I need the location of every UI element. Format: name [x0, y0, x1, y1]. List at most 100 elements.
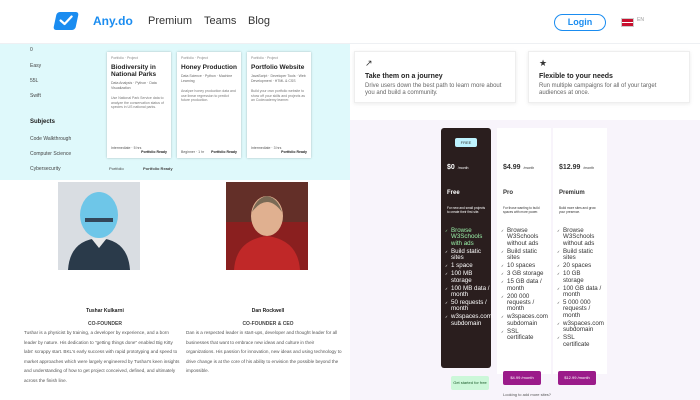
plan-price-amount: $12.99: [559, 164, 581, 171]
course-footer: Beginner · 1 hr Portfolio Ready: [181, 150, 237, 154]
plan-name: Pro: [503, 190, 514, 196]
plan-price-period: /month: [523, 166, 535, 170]
plan-name: Free: [447, 190, 460, 196]
course-level: Intermediate · 3 hrs: [251, 146, 282, 150]
plan-price: $0/month: [447, 164, 469, 171]
feature-card: ★ Flexible to your needs Run multiple ca…: [528, 51, 690, 103]
plan-feature-list: Browse W3Schools without ads Build stati…: [557, 227, 604, 350]
plan-price-period: /month: [457, 166, 469, 170]
plan-feature: 50 requests / month: [445, 299, 490, 313]
plan-feature: 100 GB data / month: [557, 285, 602, 299]
member-name: Dan Rockwell: [251, 308, 285, 314]
course-footer: Intermediate · 3 hrs Portfolio Ready: [251, 146, 307, 154]
get-started-free-button[interactable]: Get started for free: [451, 376, 489, 390]
plan-feature: SSL certificate: [501, 328, 546, 342]
portfolio-ready-label: Portfolio Ready: [211, 150, 237, 154]
plan-feature: Browse W3Schools with ads: [445, 227, 490, 247]
uk-flag-icon[interactable]: [621, 18, 634, 27]
plan-feature: Browse W3Schools without ads: [557, 227, 602, 247]
course-title: Portfolio Website: [251, 64, 305, 71]
course-catalog-panel: 0 Easy 55L Swift Subjects Code Walkthrou…: [0, 44, 350, 180]
portfolio-ready-label: Portfolio Ready: [141, 150, 167, 154]
course-title: Honey Production: [181, 64, 237, 71]
plan-description: Build more sites and grow your presence.: [559, 206, 596, 214]
plan-feature: 15 GB data / month: [501, 279, 546, 292]
course-card[interactable]: Portfolio · Project Honey Production Dat…: [177, 52, 241, 158]
course-description: Build your own portfolio website to show…: [251, 89, 306, 102]
feature-description: Run multiple campaigns for all of your t…: [539, 83, 657, 96]
course-footer-label: Portfolio: [109, 166, 124, 171]
plan-price-amount: $4.99: [503, 164, 521, 171]
filter-item[interactable]: 0: [30, 47, 33, 53]
star-icon: ★: [539, 58, 548, 68]
login-button[interactable]: Login: [554, 14, 606, 31]
plan-feature: w3spaces.com subdomain: [445, 314, 492, 327]
plan-feature: 1 space: [445, 262, 490, 270]
course-level: Intermediate · 5 hrs: [111, 146, 142, 150]
pricing-card-free: FREE $0/month Free For new and small pro…: [441, 128, 492, 368]
filter-item[interactable]: 55L: [30, 78, 38, 84]
plan-price: $4.99/month: [503, 164, 534, 171]
plan-price-period: /month: [583, 166, 595, 170]
member-bio: Dan is a respected leader in start-ups, …: [186, 330, 342, 373]
plan-feature: 10 GB storage: [557, 271, 602, 284]
member-bio: Tushar is a physicist by training, a dev…: [24, 330, 180, 383]
plan-name: Premium: [559, 190, 585, 196]
course-skills: Data Science · Python · Machine Learning: [181, 74, 233, 83]
plan-price-amount: $0: [447, 164, 455, 171]
plan-feature: Browse W3Schools without ads: [501, 227, 546, 247]
course-skills: Data Analysis · Python · Data Visualizat…: [111, 81, 157, 90]
course-description: Use National Park Service data to analyz…: [111, 96, 164, 109]
nav-link-premium[interactable]: Premium: [148, 15, 192, 27]
plan-feature: 100 MB data / month: [445, 285, 490, 299]
course-footer: Intermediate · 5 hrs Portfolio Ready: [111, 146, 167, 154]
checkmark-logo-icon[interactable]: [53, 12, 79, 30]
pricing-footnote: Looking to add more sites?: [503, 392, 552, 397]
course-tag: Portfolio · Project: [181, 56, 208, 60]
plan-feature: 20 spaces: [557, 262, 602, 270]
portfolio-ready-label: Portfolio Ready: [281, 150, 307, 154]
team-member-photo: [58, 182, 140, 270]
plan-feature: 5 000 000 requests / month: [557, 299, 602, 319]
subject-item[interactable]: Code Walkthrough: [30, 136, 71, 142]
pro-plan-button[interactable]: $4.99 /month: [503, 371, 541, 385]
plan-feature: Build static sites: [445, 248, 490, 262]
member-role: CO-FOUNDER & CEO: [242, 321, 294, 327]
pricing-card-pro: $4.99/month Pro For those wanting to bui…: [497, 128, 551, 374]
member-role: CO-FOUNDER: [88, 321, 122, 327]
plan-feature: Build static sites: [557, 248, 602, 262]
language-label[interactable]: EN: [637, 17, 644, 23]
subject-item[interactable]: Cybersecurity: [30, 166, 61, 172]
plan-description: For new and small projects to create the…: [447, 206, 486, 214]
filter-item[interactable]: Swift: [30, 93, 41, 99]
plan-feature: 200 000 requests / month: [501, 293, 546, 313]
free-badge: FREE: [455, 138, 477, 147]
course-tag: Portfolio · Project: [251, 56, 278, 60]
feature-title: Flexible to your needs: [539, 73, 613, 80]
plan-description: For those wanting to build spaces with m…: [503, 206, 540, 214]
plan-feature-list: Browse W3Schools without ads Build stati…: [501, 227, 548, 343]
premium-plan-button[interactable]: $12.99 /month: [558, 371, 596, 385]
course-title: Biodiversity in National Parks: [111, 64, 157, 78]
course-description: Analyze honey production data and use li…: [181, 89, 236, 102]
feature-card: ↗ Take them on a journey Drive users dow…: [354, 51, 516, 103]
features-section: ↗ Take them on a journey Drive users dow…: [350, 44, 700, 120]
course-card[interactable]: Portfolio · Project Biodiversity in Nati…: [107, 52, 171, 158]
nav-link-teams[interactable]: Teams: [204, 15, 236, 27]
filter-item[interactable]: Easy: [30, 63, 41, 69]
feature-description: Drive users down the best path to learn …: [365, 83, 502, 96]
brand-name[interactable]: Any.do: [93, 14, 133, 28]
course-level: Beginner · 1 hr: [181, 150, 205, 154]
team-member-photo: [226, 182, 308, 270]
plan-feature: 3 GB storage: [501, 270, 546, 278]
subject-item[interactable]: Computer Science: [30, 151, 71, 157]
nav-link-blog[interactable]: Blog: [248, 15, 270, 27]
team-section: Tushar Kulkarni CO-FOUNDER Tushar is a p…: [0, 180, 350, 400]
plan-feature: w3spaces.com subdomain: [557, 320, 604, 334]
pricing-card-premium: $12.99/month Premium Build more sites an…: [553, 128, 607, 374]
course-skills: JavaScript · Developer Tools · Web Devel…: [251, 74, 306, 83]
plan-feature: 100 MB storage: [445, 271, 490, 284]
plan-feature: SSL certificate: [557, 335, 602, 348]
course-card[interactable]: Portfolio · Project Portfolio Website Ja…: [247, 52, 311, 158]
plan-price: $12.99/month: [559, 164, 594, 171]
